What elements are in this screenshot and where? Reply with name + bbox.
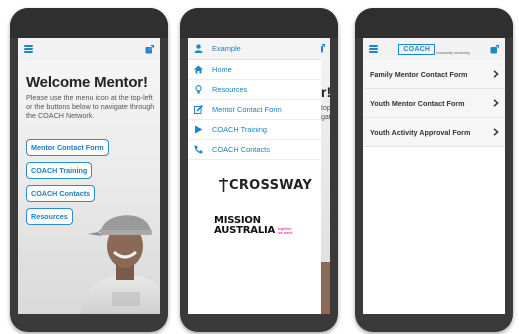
mission-australia-logo: MISSION AUSTRALIA together we stand (214, 216, 294, 236)
coach-logo: COACH community mentoring (398, 43, 470, 55)
underlying-heading-fragment: r! (321, 84, 330, 100)
coach-contacts-button[interactable]: COACH Contacts (26, 185, 96, 202)
chevron-right-icon (493, 99, 499, 107)
welcome-block: Welcome Mentor! Please use the menu icon… (26, 74, 156, 121)
form-label: Youth Mentor Contact Form (370, 98, 465, 108)
menu-label: Mentor Contact Form (212, 105, 282, 114)
form-item-youth-activity-approval[interactable]: Youth Activity Approval Form (363, 118, 505, 147)
forms-list: Family Mentor Contact Form Youth Mentor … (363, 60, 505, 147)
hamburger-icon[interactable] (24, 45, 33, 53)
menu-screen: r! top- gate Example Home (188, 38, 330, 314)
share-icon[interactable] (145, 44, 154, 54)
menu-label: COACH Training (212, 125, 268, 134)
chevron-right-icon (493, 128, 499, 136)
coach-logo-subtitle: community mentoring (436, 50, 470, 55)
crossway-logo: CROSSWAY (219, 178, 312, 192)
underlying-text-fragment: top- gate (321, 105, 330, 121)
coach-logo-wordmark: COACH (398, 43, 436, 55)
top-bar (18, 38, 160, 60)
edit-icon (194, 105, 203, 114)
menu-item-coach-contacts[interactable]: COACH Contacts (188, 140, 321, 160)
forms-screen: COACH community mentoring Family Mentor … (363, 38, 505, 314)
form-label: Family Mentor Contact Form (370, 69, 468, 79)
menu-label: Resources (212, 85, 248, 94)
phone-welcome: Welcome Mentor! Please use the menu icon… (10, 8, 168, 332)
resources-button[interactable]: Resources (26, 208, 73, 225)
form-label: Youth Activity Approval Form (370, 127, 471, 137)
chevron-right-icon (493, 70, 499, 78)
welcome-screen: Welcome Mentor! Please use the menu icon… (18, 38, 160, 314)
lightbulb-icon (194, 85, 203, 94)
top-bar: COACH community mentoring (363, 38, 505, 60)
mentor-contact-form-button[interactable]: Mentor Contact Form (26, 139, 109, 156)
mission-wordmark-line2: AUSTRALIA (214, 225, 276, 236)
welcome-text: Please use the menu icon at the top-left… (26, 93, 155, 121)
menu-item-mentor-contact-form[interactable]: Mentor Contact Form (188, 100, 321, 120)
menu-item-example[interactable]: Example (188, 38, 321, 60)
crossway-cross-icon (219, 178, 228, 192)
hamburger-icon[interactable] (369, 45, 378, 53)
side-menu: Example Home Resources Mentor Contact Fo… (188, 38, 321, 314)
form-item-family-mentor-contact[interactable]: Family Mentor Contact Form (363, 60, 505, 89)
underlying-photo-fragment (321, 262, 330, 314)
menu-label: COACH Contacts (212, 145, 270, 154)
menu-item-resources[interactable]: Resources (188, 80, 321, 100)
mission-tagline: together we stand (278, 227, 293, 235)
mentor-photo (80, 215, 160, 314)
phone-forms: COACH community mentoring Family Mentor … (355, 8, 513, 332)
phone-icon (194, 145, 203, 154)
crossway-wordmark: CROSSWAY (229, 178, 313, 193)
phone-menu: r! top- gate Example Home (180, 8, 338, 332)
menu-item-coach-training[interactable]: COACH Training (188, 120, 321, 140)
menu-label: Home (212, 65, 232, 74)
welcome-heading: Welcome Mentor! (26, 74, 148, 91)
share-icon[interactable] (490, 44, 499, 54)
form-item-youth-mentor-contact[interactable]: Youth Mentor Contact Form (363, 89, 505, 118)
menu-item-home[interactable]: Home (188, 60, 321, 80)
play-icon (194, 125, 203, 134)
coach-training-button[interactable]: COACH Training (26, 162, 93, 179)
home-icon (194, 65, 203, 74)
user-icon (194, 44, 203, 53)
menu-label: Example (212, 44, 241, 53)
